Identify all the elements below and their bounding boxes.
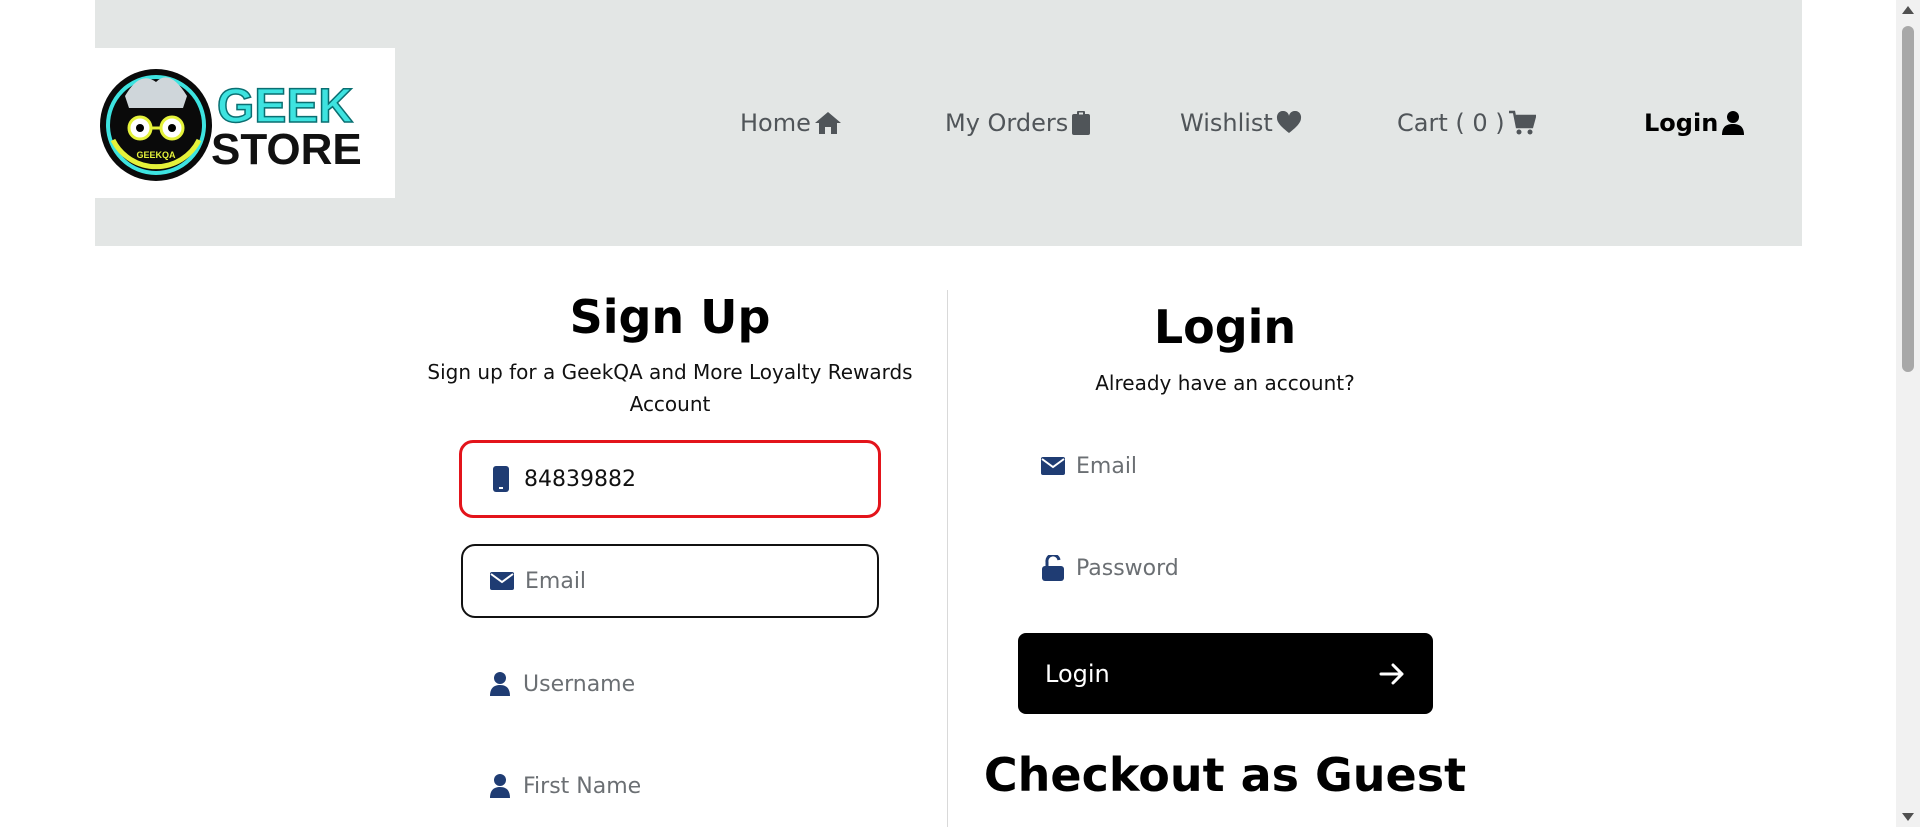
user-icon — [487, 774, 513, 798]
login-title: Login — [1153, 300, 1297, 354]
nav-cart-label: Cart ( 0 ) — [1397, 109, 1505, 137]
login-password-field[interactable] — [1014, 530, 1432, 606]
envelope-icon — [489, 572, 515, 590]
nav-cart[interactable]: Cart ( 0 ) — [1397, 106, 1536, 140]
home-icon — [814, 112, 841, 134]
scrollbar-thumb[interactable] — [1902, 26, 1914, 372]
site-header: GEEKQA GEEK STORE Home My Orders Wishlis… — [95, 0, 1802, 246]
user-icon — [487, 672, 513, 696]
signup-title: Sign Up — [569, 290, 771, 344]
login-email-input[interactable] — [1076, 453, 1396, 479]
envelope-icon — [1040, 457, 1066, 475]
signup-subtitle-line1: Sign up for a GeekQA and More Loyalty Re… — [427, 360, 913, 384]
nav-my-orders-label: My Orders — [945, 109, 1069, 137]
phone-input[interactable] — [524, 466, 844, 492]
login-subtitle: Already have an account? — [1095, 371, 1355, 395]
geek-store-logo-graphic: GEEKQA GEEK STORE — [100, 69, 362, 181]
arrow-right-icon — [1379, 663, 1404, 684]
page-scrollbar[interactable] — [1896, 0, 1920, 827]
mobile-phone-icon — [488, 466, 514, 492]
logo-badge-text: GEEKQA — [136, 150, 176, 160]
store-logo[interactable]: GEEKQA GEEK STORE — [95, 48, 395, 198]
nav-home[interactable]: Home — [740, 106, 842, 140]
phone-field[interactable] — [459, 440, 881, 518]
scroll-up-arrow-icon[interactable] — [1902, 6, 1914, 14]
nav-login[interactable]: Login — [1644, 106, 1745, 140]
username-field[interactable] — [461, 646, 879, 722]
nav-wishlist[interactable]: Wishlist — [1180, 106, 1302, 140]
cart-icon — [1508, 110, 1536, 135]
scroll-down-arrow-icon[interactable] — [1902, 813, 1914, 821]
nav-login-label: Login — [1644, 109, 1719, 137]
nav-home-label: Home — [740, 109, 811, 137]
clipboard-icon — [1072, 111, 1091, 135]
signup-subtitle-line2: Account — [629, 392, 711, 416]
heart-icon — [1276, 111, 1301, 133]
user-icon — [1722, 111, 1745, 135]
checkout-guest-title: Checkout as Guest — [983, 748, 1467, 802]
signup-email-input[interactable] — [525, 568, 845, 594]
login-password-input[interactable] — [1076, 555, 1396, 581]
nav-wishlist-label: Wishlist — [1180, 109, 1273, 137]
unlock-icon — [1040, 555, 1066, 581]
signup-email-field[interactable] — [461, 544, 879, 618]
login-button[interactable]: Login — [1018, 633, 1433, 714]
first-name-input[interactable] — [523, 773, 843, 799]
username-input[interactable] — [523, 671, 843, 697]
column-divider — [947, 290, 948, 827]
login-button-label: Login — [1045, 659, 1110, 688]
login-email-field[interactable] — [1014, 428, 1432, 504]
nav-my-orders[interactable]: My Orders — [945, 106, 1091, 140]
first-name-field[interactable] — [461, 748, 879, 824]
logo-bottom-text: STORE — [211, 125, 362, 174]
